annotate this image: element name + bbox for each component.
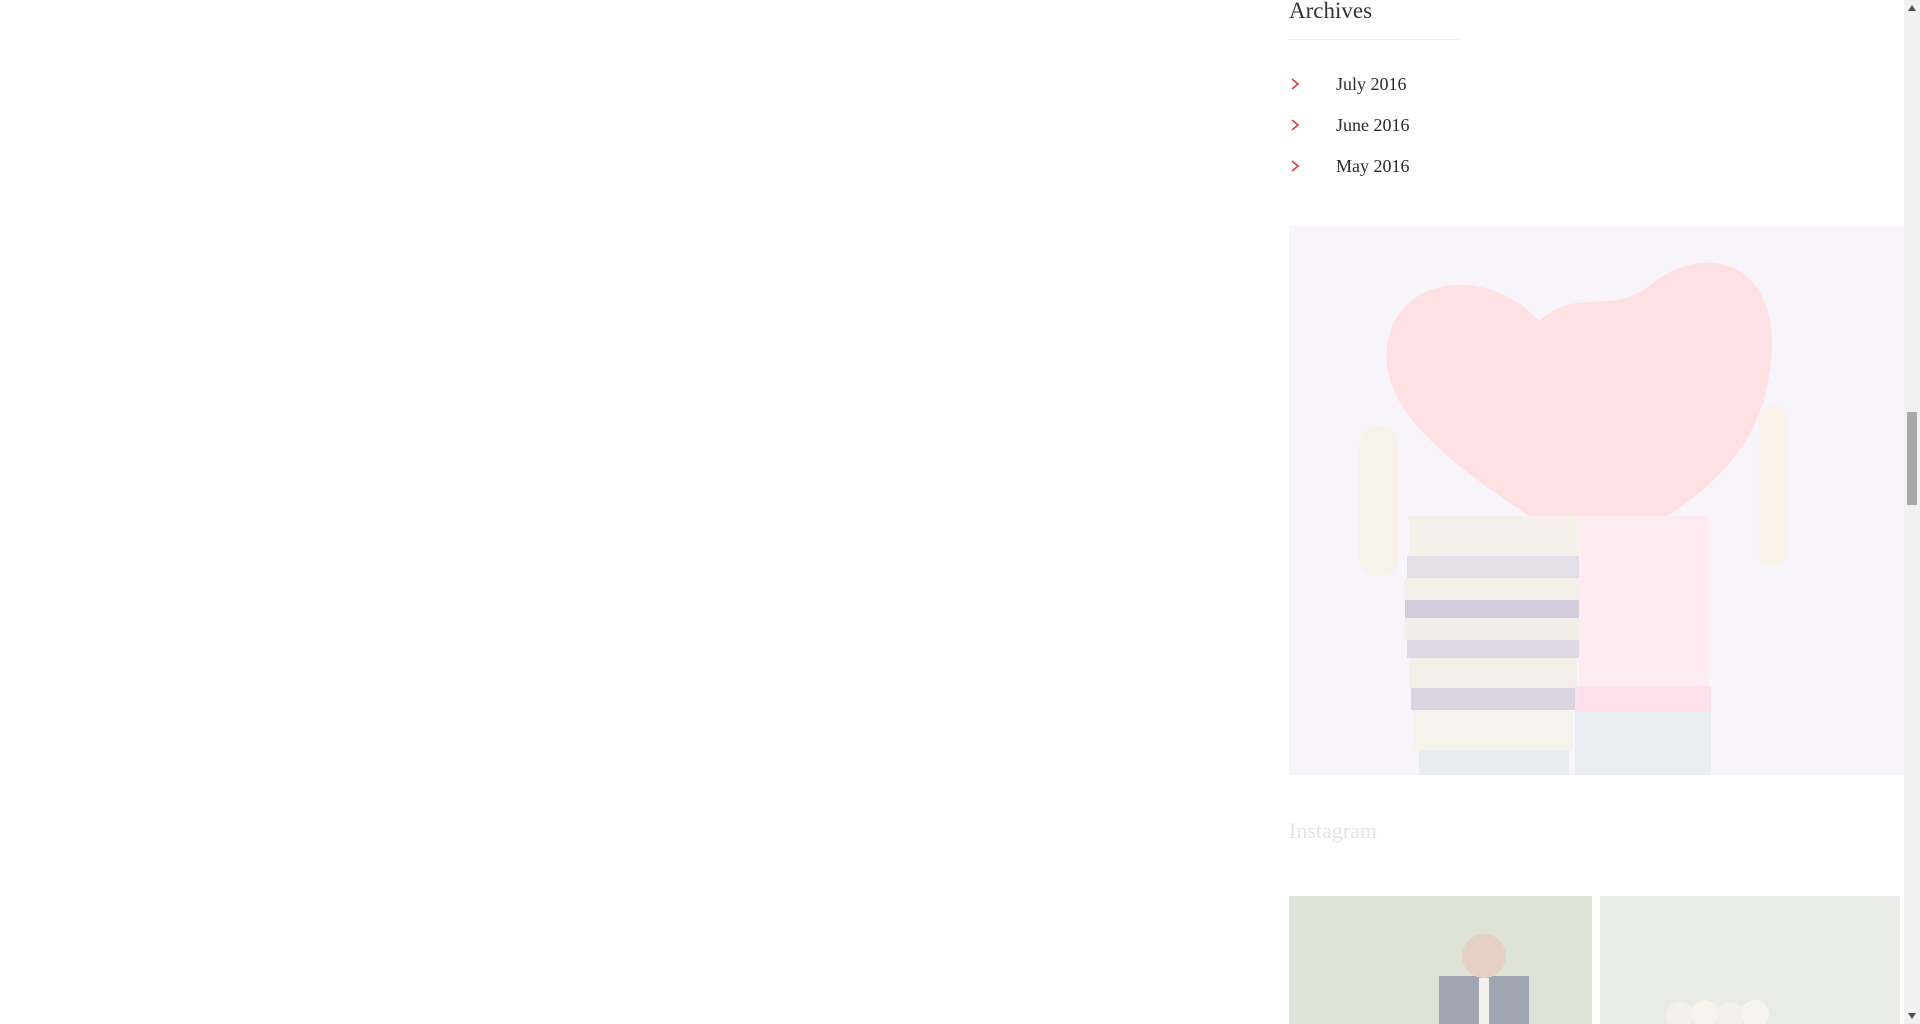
- scroll-up-arrow-icon[interactable]: [1904, 0, 1920, 16]
- scroll-down-arrow-icon[interactable]: [1904, 1008, 1920, 1024]
- instagram-title: Instagram: [1289, 818, 1377, 843]
- groom-photo-illustration: [1289, 896, 1592, 1024]
- instagram-photo-groom[interactable]: [1289, 896, 1592, 1024]
- chevron-right-icon: [1291, 119, 1300, 131]
- archive-link[interactable]: June 2016: [1336, 108, 1410, 142]
- scroll-thumb[interactable]: [1907, 412, 1917, 505]
- chevron-right-icon: [1291, 78, 1300, 90]
- archive-item-june-2016[interactable]: June 2016: [1289, 108, 1410, 149]
- title-divider: [1289, 39, 1460, 40]
- instagram-grid: [1289, 896, 1904, 1024]
- archive-link[interactable]: July 2016: [1336, 67, 1407, 101]
- vertical-scrollbar[interactable]: [1904, 0, 1920, 1024]
- archive-item-may-2016[interactable]: May 2016: [1289, 149, 1410, 190]
- archives-list: July 2016 June 2016 May 2016: [1289, 67, 1410, 190]
- heart-couple-image[interactable]: [1289, 226, 1904, 775]
- bouquet-photo-illustration: [1600, 896, 1900, 1024]
- heart-couple-illustration: [1289, 226, 1904, 775]
- archive-item-july-2016[interactable]: July 2016: [1289, 67, 1410, 108]
- archive-link[interactable]: May 2016: [1336, 149, 1410, 183]
- chevron-right-icon: [1291, 160, 1300, 172]
- archives-title: Archives: [1289, 0, 1373, 23]
- page: Archives July 2016 June 2016 May 2016 In…: [0, 0, 1920, 1024]
- instagram-photo-bouquet[interactable]: [1600, 896, 1900, 1024]
